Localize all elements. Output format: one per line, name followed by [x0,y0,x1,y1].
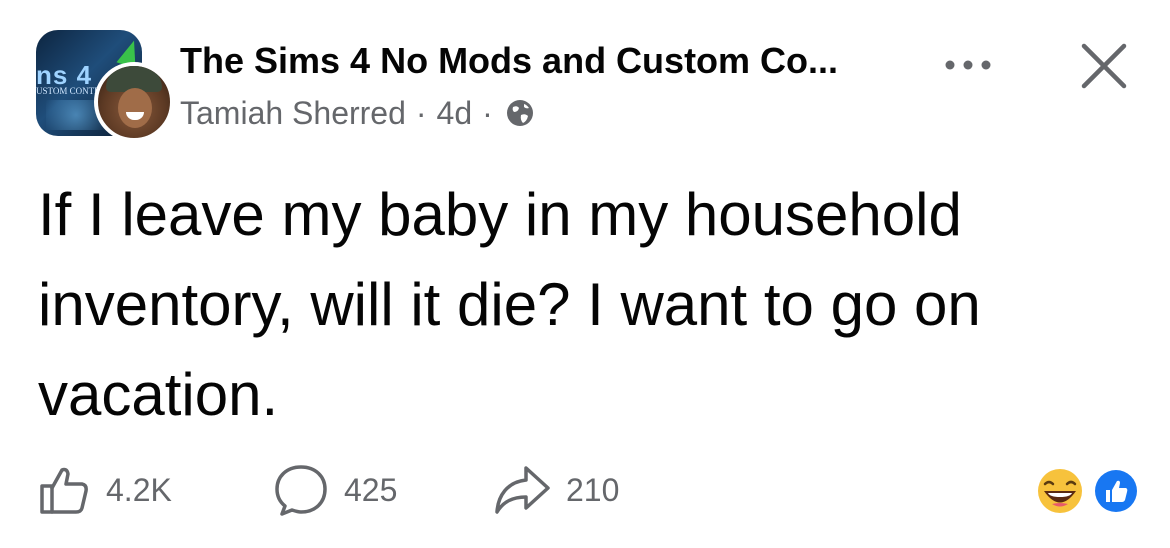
post-actions-bar: 4.2K 425 210 [36,460,836,520]
share-arrow-icon [495,466,550,514]
reaction-summary[interactable] [1034,466,1144,516]
more-options-icon[interactable] [938,50,998,80]
post-timestamp[interactable]: 4d [437,95,473,132]
share-count: 210 [566,471,620,508]
globe-icon [506,100,533,126]
comment-bubble-icon [275,465,327,516]
avatar-face [118,88,152,128]
author-avatar[interactable] [94,62,174,142]
group-name-link[interactable]: The Sims 4 No Mods and Custom Co... [180,40,838,82]
like-reaction-icon [1093,468,1139,514]
thumbs-up-icon [40,467,88,514]
post-meta: Tamiah Sherred · 4d · [180,93,535,133]
like-button[interactable]: 4.2K [36,460,172,520]
author-name-link[interactable]: Tamiah Sherred [180,95,406,132]
like-count: 4.2K [106,471,172,508]
meta-separator: · [415,94,427,131]
share-button[interactable]: 210 [492,460,619,520]
post-body-text: If I leave my baby in my household inven… [38,181,981,428]
meta-separator: · [482,94,493,131]
haha-emoji-icon [1038,469,1082,513]
post-header: ns 4 USTOM CONTENT The Sims 4 No Mods an… [0,0,1170,150]
close-icon[interactable] [1076,38,1132,94]
comment-button[interactable]: 425 [272,460,397,520]
comment-count: 425 [344,471,398,508]
